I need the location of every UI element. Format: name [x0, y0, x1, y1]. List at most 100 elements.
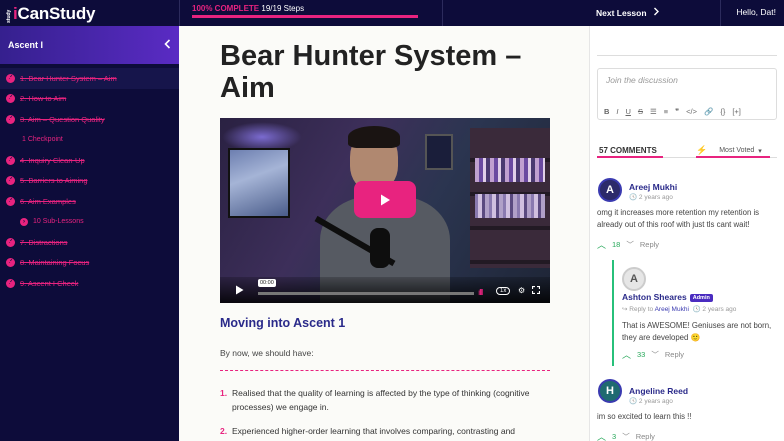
gear-icon[interactable]: ⚙: [518, 286, 525, 295]
lesson-content: Bear Hunter System – Aim 00:00 ıllll 1x …: [179, 26, 589, 441]
vote-count: 18: [612, 240, 621, 249]
avatar-initial: A: [606, 184, 614, 196]
list-item: 1. Realised that the quality of learning…: [220, 386, 550, 414]
chevron-right-icon: [653, 7, 660, 18]
sidebar-item-label: 6. Aim Examples: [20, 196, 76, 206]
sidebar-item-how-to-aim[interactable]: ✓ 2. How to Aim: [0, 89, 179, 110]
sidebar-item-aim-examples[interactable]: ✓ 6. Aim Examples: [0, 191, 179, 212]
quote-icon[interactable]: ❞: [675, 107, 679, 116]
fullscreen-icon[interactable]: [531, 285, 541, 296]
topbar-divider: [442, 0, 443, 26]
sidebar-item-maintaining-focus[interactable]: ✓ 8. Maintaining Focus: [0, 253, 179, 274]
video-player[interactable]: 00:00 ıllll 1x ⚙: [220, 118, 550, 303]
upvote-icon[interactable]: ︿: [622, 348, 631, 361]
check-icon: ✓: [6, 155, 15, 165]
progress-steps: 19/19 Steps: [261, 4, 305, 13]
sidebar-item-inquiry-clean-up[interactable]: ✓ 4. Inquiry Clean-Up: [0, 150, 179, 171]
check-icon: ✓: [6, 176, 15, 186]
comments-panel: Join the discussion B I U S ☰ ≡ ❞ </> 🔗 …: [589, 26, 784, 441]
bold-icon[interactable]: B: [604, 107, 609, 116]
comment-actions: ︿ 33 ﹀ Reply: [622, 348, 684, 361]
section-heading: Moving into Ascent 1: [220, 316, 346, 330]
sidebar-item-label: 1. Bear Hunter System – Aim: [20, 73, 117, 83]
list-number: 1.: [220, 388, 228, 398]
sidebar-item-label: 3. Aim – Question Quality: [20, 114, 105, 124]
unordered-list-icon[interactable]: ≡: [664, 107, 668, 116]
reply-to-author[interactable]: Areej Mukhi: [655, 306, 689, 313]
sidebar-header: Ascent I: [0, 26, 179, 64]
comment-author[interactable]: Angeline Reed: [629, 386, 688, 396]
comment-input[interactable]: Join the discussion: [606, 75, 678, 85]
sidebar-item-label: 7. Distractions: [20, 237, 68, 247]
list-item: 2. Experienced higher-order learning tha…: [220, 424, 550, 438]
upvote-icon[interactable]: ︿: [597, 238, 606, 251]
reply-link[interactable]: Reply: [640, 240, 659, 249]
comment-time[interactable]: 2 years ago: [702, 306, 736, 313]
progress-percent: 100% COMPLETE: [192, 4, 260, 13]
check-icon: ✓: [6, 114, 15, 124]
html-icon[interactable]: {}: [720, 107, 725, 116]
underline-icon[interactable]: U: [626, 107, 631, 116]
sidebar-item-label: 1 Checkpoint: [22, 136, 63, 144]
downvote-icon[interactable]: ﹀: [651, 349, 659, 360]
comment-body: im so excited to learn this !!: [597, 412, 692, 421]
play-icon: [381, 194, 390, 205]
comment-time[interactable]: 🕓 2 years ago: [629, 193, 673, 201]
spoiler-icon[interactable]: [+]: [732, 107, 741, 116]
upvote-icon[interactable]: ︿: [597, 430, 606, 441]
sidebar-item-ascent-check[interactable]: ✓ 9. Ascent I Check: [0, 273, 179, 294]
italic-icon[interactable]: I: [616, 107, 618, 116]
avatar[interactable]: H: [598, 379, 622, 403]
sort-dropdown[interactable]: ⚡ Most Voted ▾: [696, 145, 762, 156]
strikethrough-icon[interactable]: S: [638, 107, 643, 116]
comment-time-text: 2 years ago: [638, 398, 673, 405]
reply-to-prefix: Reply to: [629, 306, 654, 313]
downvote-icon[interactable]: ﹀: [622, 431, 630, 441]
comments-divider: [597, 55, 777, 56]
volume-icon[interactable]: ıllll: [478, 288, 483, 297]
comment-time[interactable]: 🕓 2 years ago: [629, 397, 673, 405]
lesson-sidebar: Ascent I ✓ 1. Bear Hunter System – Aim ✓ 2…: [0, 26, 179, 441]
check-icon: ✓: [6, 94, 15, 104]
video-scrubber[interactable]: [258, 292, 474, 295]
sort-underline: [696, 156, 770, 158]
vote-count: 3: [612, 432, 617, 441]
video-frame-books: [475, 158, 545, 182]
sidebar-subitem-checkpoint[interactable]: 1 Checkpoint: [0, 130, 179, 151]
logo[interactable]: study iCanStudy: [6, 2, 95, 24]
avatar[interactable]: A: [598, 178, 622, 202]
collapse-sidebar-button[interactable]: [164, 39, 171, 51]
avatar[interactable]: A: [622, 267, 646, 291]
sidebar-item-label: 10 Sub-Lessons: [33, 218, 84, 226]
list-number: 2.: [220, 426, 228, 436]
comment-editor[interactable]: Join the discussion B I U S ☰ ≡ ❞ </> 🔗 …: [597, 68, 777, 120]
play-button[interactable]: [354, 181, 416, 218]
user-greeting[interactable]: Hello, Dat!: [736, 7, 776, 17]
playback-speed-button[interactable]: 1x: [496, 287, 511, 295]
downvote-icon[interactable]: ﹀: [626, 239, 634, 250]
comment-actions: ︿ 18 ﹀ Reply: [597, 238, 659, 251]
reply-link[interactable]: Reply: [636, 432, 655, 441]
next-lesson-button[interactable]: Next Lesson: [596, 7, 660, 18]
ordered-list-icon[interactable]: ☰: [650, 107, 657, 116]
editor-toolbar: B I U S ☰ ≡ ❞ </> 🔗 {} [+]: [604, 107, 741, 116]
comment-body: omg it increases more retention my reten…: [597, 208, 760, 229]
comment-count[interactable]: 57 COMMENTS: [599, 146, 657, 155]
reply-link[interactable]: Reply: [665, 350, 684, 359]
sidebar-item-distractions[interactable]: ✓ 7. Distractions: [0, 232, 179, 253]
next-lesson-label: Next Lesson: [596, 7, 647, 18]
code-icon[interactable]: </>: [686, 107, 697, 116]
sidebar-item-barriers-to-aiming[interactable]: ✓ 5. Barriers to Aiming: [0, 171, 179, 192]
check-icon: ✓: [6, 73, 15, 83]
play-control-icon[interactable]: [235, 285, 244, 298]
logo-text: iCanStudy: [13, 4, 95, 24]
bolt-icon: ⚡: [696, 145, 708, 155]
comment-author[interactable]: Ashton Sheares Admin: [622, 292, 713, 302]
check-icon: ✓: [6, 278, 15, 288]
comment-author[interactable]: Areej Mukhi: [629, 182, 677, 192]
sidebar-item-question-quality[interactable]: ✓ 3. Aim – Question Quality: [0, 109, 179, 130]
sidebar-subitem-sub-lessons[interactable]: › 10 Sub-Lessons: [0, 212, 179, 233]
link-icon[interactable]: 🔗: [704, 107, 713, 116]
comment-author-name: Ashton Sheares: [622, 292, 687, 302]
sidebar-item-bear-hunter-aim[interactable]: ✓ 1. Bear Hunter System – Aim: [0, 68, 179, 89]
